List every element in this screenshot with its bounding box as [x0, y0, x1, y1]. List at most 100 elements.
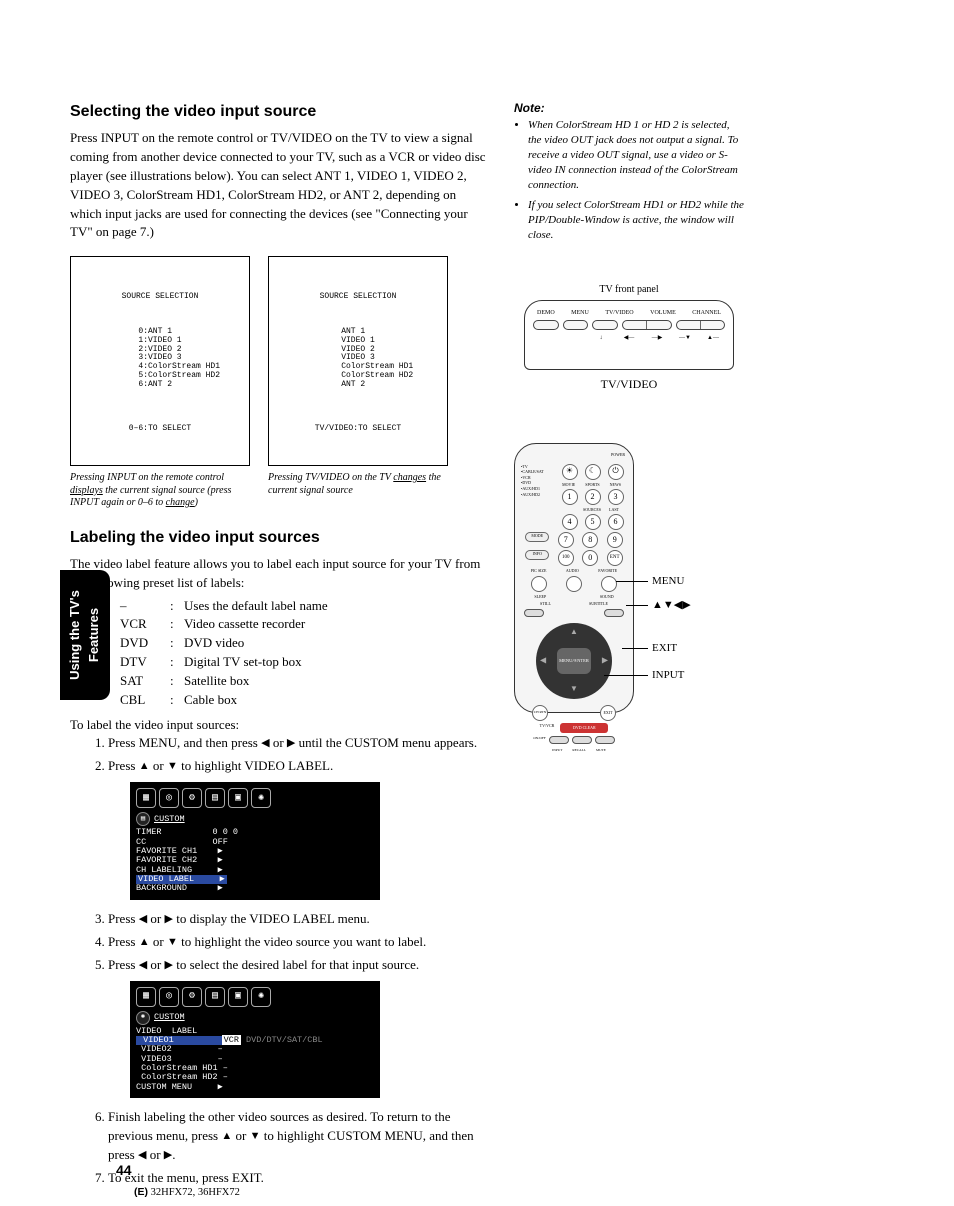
dpad: ▲ ▼ ◀ ▶	[536, 623, 612, 699]
dvd-clear-button: DVD CLEAR	[560, 723, 608, 733]
osd-lines: ANT 1 VIDEO 1 VIDEO 2 VIDEO 3 ColorStrea…	[341, 328, 413, 390]
menu-icon: ✺	[251, 788, 271, 808]
menu-icon: ⚙	[182, 788, 202, 808]
ch-rtn-button: CH RTN	[532, 705, 548, 721]
menu-osd-custom: ▦ ◎ ⚙ ▤ ▣ ✺ ▤ CUSTOM TIMER 0 0 0 CC OFF …	[130, 782, 380, 899]
remote-btn	[531, 576, 547, 592]
step-1: Press MENU, and then press ◀ or ▶ until …	[108, 734, 490, 753]
step-3: Press ◀ or ▶ to display the VIDEO LABEL …	[108, 910, 490, 929]
header-icon: ▤	[136, 812, 150, 826]
osd-captions: Pressing INPUT on the remote control dis…	[70, 472, 490, 510]
remote-btn: ☀	[562, 464, 578, 480]
callout-arrows: ▲▼◀▶	[652, 598, 691, 613]
page-content: Selecting the video input source Press I…	[70, 100, 884, 1192]
main-column: Selecting the video input source Press I…	[70, 100, 490, 1192]
panel-title: TV front panel	[514, 283, 744, 297]
power-icon: ⏻	[608, 464, 624, 480]
remote-btn: 8	[582, 532, 598, 548]
right-arrow-icon: ▶	[287, 737, 295, 749]
panel-caption: TV/VIDEO	[514, 376, 744, 392]
remote-btn: 4	[562, 514, 578, 530]
up-arrow-icon: ▲	[139, 760, 150, 772]
mode-button: MODE	[525, 532, 549, 542]
menu-icon: ✺	[251, 987, 271, 1007]
remote-btn: 5	[585, 514, 601, 530]
remote-btn: 9	[607, 532, 623, 548]
menu-icon: ◎	[159, 788, 179, 808]
step-6: Finish labeling the other video sources …	[108, 1108, 490, 1165]
mute-button	[595, 736, 615, 744]
exit-button: EXIT	[600, 705, 616, 721]
panel-btn-channel	[676, 320, 725, 330]
fav-button	[524, 609, 544, 617]
document-code: (E) 32HFX72, 36HFX72	[134, 1185, 240, 1200]
down-arrow-icon: ▼	[570, 684, 578, 695]
menu-icon: ▦	[136, 788, 156, 808]
menu-icon: ▣	[228, 788, 248, 808]
right-arrow-icon: ▶	[165, 959, 173, 971]
remote-btn	[566, 576, 582, 592]
input-button	[549, 736, 569, 744]
fav-button	[604, 609, 624, 617]
callout-input: INPUT	[652, 668, 684, 683]
osd-row: SOURCE SELECTION 0:ANT 1 1:VIDEO 1 2:VID…	[70, 256, 490, 466]
left-arrow-icon: ◀	[138, 1149, 146, 1161]
osd-title: SOURCE SELECTION	[279, 293, 437, 302]
remote-btn: 3	[608, 489, 624, 505]
note-heading: Note:	[514, 100, 744, 116]
intro-labeling: The video label feature allows you to la…	[70, 555, 490, 593]
osd-caption-tv: Pressing TV/VIDEO on the TV changes the …	[268, 472, 448, 510]
remote-btn: ☾	[585, 464, 601, 480]
note-item: When ColorStream HD 1 or HD 2 is selecte…	[528, 118, 744, 192]
menu-icon: ▦	[136, 987, 156, 1007]
side-column: Note: When ColorStream HD 1 or HD 2 is s…	[514, 100, 744, 1192]
menu-icon: ▤	[205, 987, 225, 1007]
osd-remote: SOURCE SELECTION 0:ANT 1 1:VIDEO 1 2:VID…	[70, 256, 250, 466]
remote-btn: 6	[608, 514, 624, 530]
panel-btn-menu	[563, 320, 589, 330]
remote-btn: 2	[585, 489, 601, 505]
menu-icon: ▤	[205, 788, 225, 808]
remote-btn: 7	[558, 532, 574, 548]
lead-text: To label the video input sources:	[70, 716, 490, 735]
remote-btn: 100	[558, 550, 574, 566]
chapter-tab: Using the TV's Features	[60, 570, 110, 700]
up-arrow-icon: ▲	[570, 627, 578, 638]
step-2: Press ▲ or ▼ to highlight VIDEO LABEL. ▦…	[108, 757, 490, 899]
remote-btn: ENT	[607, 550, 623, 566]
remote-control: POWER •TV •CABLE/SAT •VCR •DVD •AUX/HD1 …	[514, 443, 634, 713]
menu-icon: ◎	[159, 987, 179, 1007]
left-arrow-icon: ◀	[261, 737, 269, 749]
recall-button	[572, 736, 592, 744]
right-arrow-icon: ▶	[165, 913, 173, 925]
step-5: Press ◀ or ▶ to select the desired label…	[108, 956, 490, 1098]
heading-labeling: Labeling the video input sources	[70, 526, 490, 549]
down-arrow-icon: ▼	[167, 936, 178, 948]
tv-front-panel-figure: TV front panel DEMO MENU TV/VIDEO VOLUME…	[514, 283, 744, 393]
intro-selecting: Press INPUT on the remote control or TV/…	[70, 129, 490, 242]
down-arrow-icon: ▼	[250, 1130, 261, 1142]
panel-btn-volume	[622, 320, 671, 330]
steps-list: Press MENU, and then press ◀ or ▶ until …	[94, 734, 490, 1187]
osd-title: SOURCE SELECTION	[81, 293, 239, 302]
left-arrow-icon: ◀	[139, 913, 147, 925]
menu-icon: ⚙	[182, 987, 202, 1007]
right-arrow-icon: ▶	[164, 1149, 172, 1161]
panel-btn-tvvideo	[592, 320, 618, 330]
osd-tv: SOURCE SELECTION ANT 1 VIDEO 1 VIDEO 2 V…	[268, 256, 448, 466]
note-item: If you select ColorStream HD1 or HD2 whi…	[528, 198, 744, 243]
up-arrow-icon: ▲	[221, 1130, 232, 1142]
osd-lines: 0:ANT 1 1:VIDEO 1 2:VIDEO 2 3:VIDEO 3 4:…	[138, 328, 220, 390]
remote-btn: 0	[582, 550, 598, 566]
callout-menu: MENU	[652, 574, 684, 589]
menu-osd-video-label: ▦ ◎ ⚙ ▤ ▣ ✺ ✺ CUSTOM VIDEO LABEL VIDEO1 …	[130, 981, 380, 1098]
device-list: •TV •CABLE/SAT •VCR •DVD •AUX/HD1 •AUX/H…	[521, 464, 544, 498]
remote-btn: 1	[562, 489, 578, 505]
osd-caption-remote: Pressing INPUT on the remote control dis…	[70, 472, 250, 510]
step-4: Press ▲ or ▼ to highlight the video sour…	[108, 933, 490, 952]
osd-footer: TV/VIDEO:TO SELECT	[279, 425, 437, 434]
left-arrow-icon: ◀	[139, 959, 147, 971]
tv-front-panel: DEMO MENU TV/VIDEO VOLUME CHANNEL ↓ ◀——▶	[524, 300, 734, 370]
remote-figure: POWER •TV •CABLE/SAT •VCR •DVD •AUX/HD1 …	[514, 443, 744, 713]
label-preset-table: –:Uses the default label name VCR:Video …	[120, 597, 490, 710]
